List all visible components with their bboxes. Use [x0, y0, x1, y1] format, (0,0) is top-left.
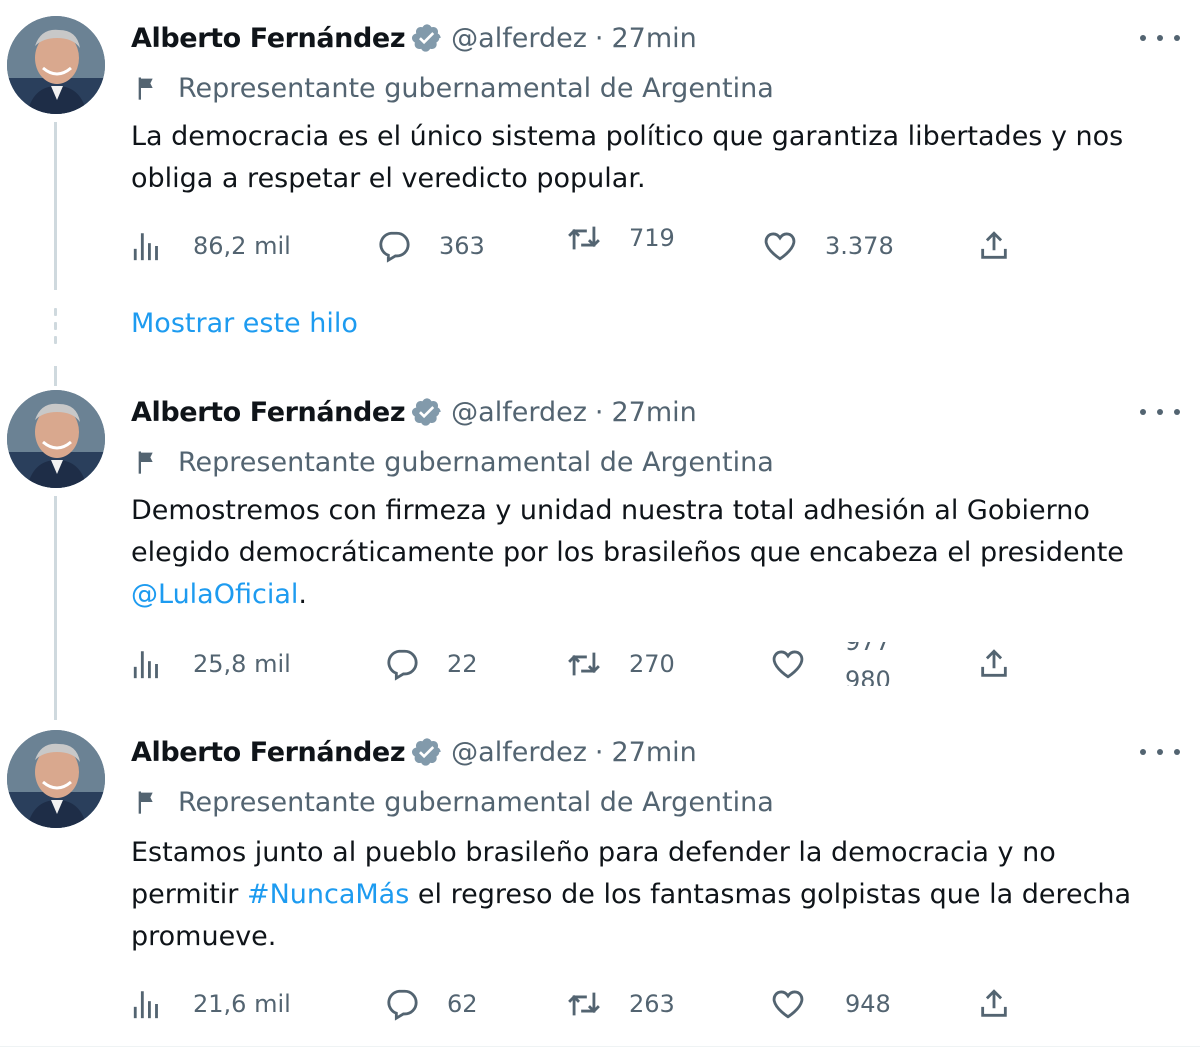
share-action[interactable]	[977, 982, 1011, 1026]
tweet-header: Alberto Fernández @alferdez · 27min	[131, 18, 697, 58]
timestamp[interactable]: 27min	[611, 397, 696, 428]
tweet-actions: 86,2 mil 363 719 3.378	[131, 224, 1031, 268]
timestamp[interactable]: 27min	[611, 737, 696, 768]
flag-icon	[134, 74, 162, 102]
reply-count: 22	[447, 650, 478, 678]
author-name[interactable]: Alberto Fernández	[131, 397, 406, 428]
author-handle[interactable]: @alferdez	[451, 737, 587, 768]
avatar[interactable]	[7, 390, 105, 488]
timestamp[interactable]: 27min	[611, 23, 696, 54]
heart-icon	[771, 647, 805, 681]
bar-chart-icon	[131, 229, 165, 263]
reply-bubble-icon	[377, 229, 411, 263]
reply-action[interactable]: 22	[385, 642, 478, 686]
share-icon	[977, 229, 1011, 263]
more-dots-icon[interactable]	[1140, 740, 1180, 764]
more-dots-icon[interactable]	[1140, 400, 1180, 424]
flag-icon	[134, 788, 162, 816]
retweet-count: 270	[629, 650, 675, 678]
divider	[0, 1046, 1200, 1047]
gov-label-text: Representante gubernamental de Argentina	[178, 786, 774, 818]
retweet-action[interactable]: 263	[567, 982, 675, 1026]
reply-bubble-icon	[385, 647, 419, 681]
author-name[interactable]: Alberto Fernández	[131, 23, 406, 54]
tweet-text: La democracia es el único sistema políti…	[131, 116, 1171, 200]
share-icon	[977, 647, 1011, 681]
author-handle[interactable]: @alferdez	[451, 23, 587, 54]
tweet-1[interactable]: Alberto Fernández @alferdez · 27min Repr…	[0, 0, 1200, 370]
mention-link[interactable]: @LulaOficial	[131, 579, 298, 610]
retweet-action[interactable]: 719	[567, 216, 675, 260]
like-action[interactable]: 948	[771, 982, 891, 1026]
hashtag-link[interactable]: #NuncaMás	[247, 879, 409, 910]
flag-icon	[134, 448, 162, 476]
thread-line-top	[54, 366, 57, 386]
reply-count: 363	[439, 232, 485, 260]
reply-bubble-icon	[385, 987, 419, 1021]
gov-label: Representante gubernamental de Argentina	[134, 444, 774, 480]
share-icon	[977, 987, 1011, 1021]
heart-icon	[771, 987, 805, 1021]
tweet-3[interactable]: Alberto Fernández @alferdez · 27min Repr…	[0, 710, 1200, 1050]
verified-badge-icon	[411, 22, 443, 54]
reply-count: 62	[447, 990, 478, 1018]
thread-dots	[54, 308, 57, 350]
tweet-text: Demostremos con firmeza y unidad nuestra…	[131, 490, 1171, 616]
separator-dot: ·	[594, 22, 604, 54]
retweet-count: 719	[629, 224, 675, 252]
tweet-header: Alberto Fernández @alferdez · 27min	[131, 732, 697, 772]
tweet-actions: 25,8 mil 22 270 977 980	[131, 642, 1031, 686]
tweet-header: Alberto Fernández @alferdez · 27min	[131, 392, 697, 432]
gov-label-text: Representante gubernamental de Argentina	[178, 72, 774, 104]
views-count: 86,2 mil	[193, 232, 291, 260]
bar-chart-icon	[131, 987, 165, 1021]
views-action[interactable]: 86,2 mil	[131, 224, 291, 268]
avatar[interactable]	[7, 730, 105, 828]
like-action[interactable]: 977 980	[771, 642, 891, 686]
thread-line	[54, 496, 57, 720]
separator-dot: ·	[594, 396, 604, 428]
retweet-icon	[567, 221, 601, 255]
like-count-animating: 977 980	[845, 642, 891, 686]
like-count: 3.378	[825, 232, 894, 260]
gov-label-text: Representante gubernamental de Argentina	[178, 446, 774, 478]
like-count-new: 980	[845, 666, 891, 686]
tweet-text-body: Demostremos con firmeza y unidad nuestra…	[131, 495, 1124, 568]
heart-icon	[763, 229, 797, 263]
bar-chart-icon	[131, 647, 165, 681]
gov-label: Representante gubernamental de Argentina	[134, 784, 774, 820]
tweet-text: Estamos junto al pueblo brasileño para d…	[131, 832, 1171, 958]
author-handle[interactable]: @alferdez	[451, 397, 587, 428]
gov-label: Representante gubernamental de Argentina	[134, 70, 774, 106]
views-count: 21,6 mil	[193, 990, 291, 1018]
author-name[interactable]: Alberto Fernández	[131, 737, 406, 768]
thread-line	[54, 122, 57, 290]
verified-badge-icon	[411, 736, 443, 768]
tweet-actions: 21,6 mil 62 263 948	[131, 982, 1031, 1026]
like-count-old: 977	[845, 642, 891, 656]
views-action[interactable]: 21,6 mil	[131, 982, 291, 1026]
tweet-text-end: .	[298, 579, 307, 610]
views-count: 25,8 mil	[193, 650, 291, 678]
reply-action[interactable]: 363	[377, 224, 485, 268]
views-action[interactable]: 25,8 mil	[131, 642, 291, 686]
separator-dot: ·	[594, 736, 604, 768]
retweet-icon	[567, 987, 601, 1021]
share-action[interactable]	[977, 642, 1011, 686]
reply-action[interactable]: 62	[385, 982, 478, 1026]
verified-badge-icon	[411, 396, 443, 428]
retweet-icon	[567, 647, 601, 681]
retweet-count: 263	[629, 990, 675, 1018]
like-action[interactable]: 3.378	[763, 224, 894, 268]
retweet-action[interactable]: 270	[567, 642, 675, 686]
share-action[interactable]	[977, 224, 1011, 268]
tweet-2[interactable]: Alberto Fernández @alferdez · 27min Repr…	[0, 366, 1200, 730]
avatar[interactable]	[7, 16, 105, 114]
tweet-text-body: La democracia es el único sistema políti…	[131, 121, 1124, 194]
like-count: 948	[845, 990, 891, 1018]
show-thread-link[interactable]: Mostrar este hilo	[131, 308, 358, 339]
more-dots-icon[interactable]	[1140, 26, 1180, 50]
